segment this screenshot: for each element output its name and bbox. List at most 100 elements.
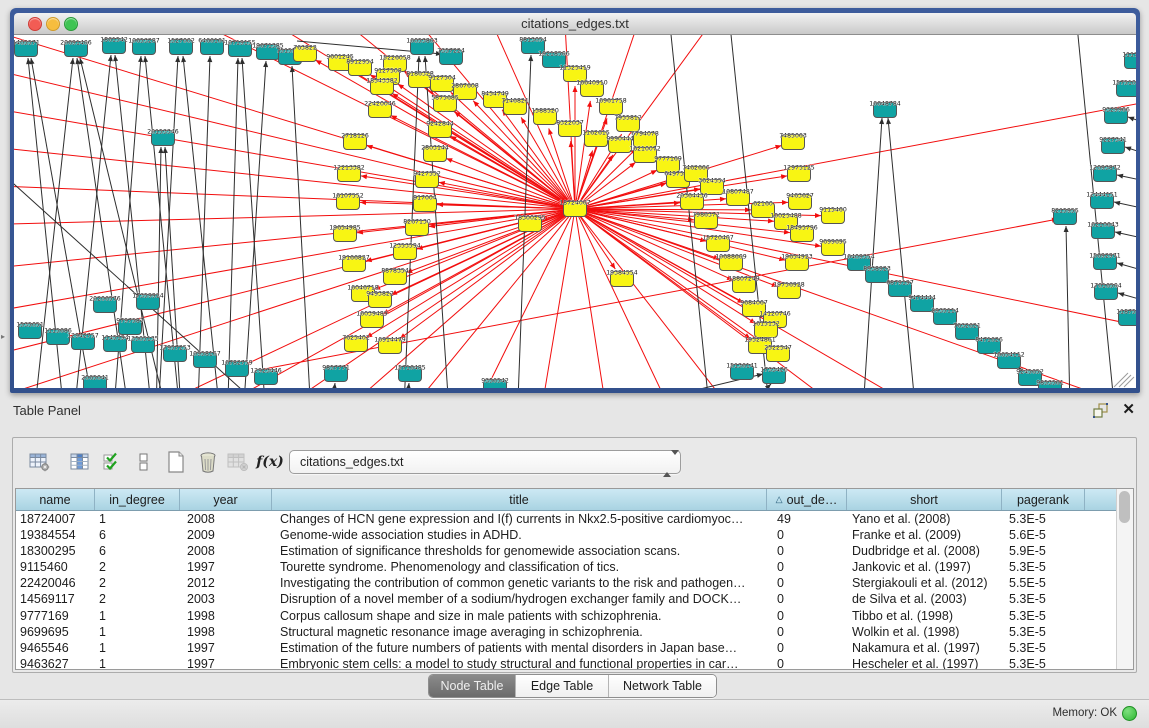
graph-node[interactable]: 1733426 bbox=[760, 367, 788, 384]
table-row[interactable]: 1456911722003Disruption of a novel membe… bbox=[16, 591, 1116, 607]
citation-graph[interactable]: 1405571206914061861542106532871527002646… bbox=[14, 35, 1136, 388]
column-header-pagerank[interactable]: pagerank bbox=[1002, 489, 1085, 510]
graph-node[interactable]: 9699695 bbox=[819, 239, 847, 256]
graph-node[interactable]: 2065041 bbox=[81, 375, 109, 389]
graph-node[interactable]: 16039489 bbox=[356, 311, 388, 328]
graph-node[interactable]: 15751074 bbox=[1112, 80, 1136, 97]
graph-node[interactable]: 7625402 bbox=[342, 335, 370, 352]
graph-node[interactable]: 20691406 bbox=[60, 40, 92, 57]
graph-node[interactable]: 20364436 bbox=[676, 193, 708, 210]
graph-node[interactable]: 16961758 bbox=[595, 98, 627, 115]
table-row[interactable]: 911546021997Tourette syndrome. Phenomeno… bbox=[16, 559, 1116, 575]
graph-node[interactable]: 17957253 bbox=[159, 345, 191, 362]
graph-node[interactable]: 9493822 bbox=[366, 291, 394, 308]
graph-node[interactable]: 1405571 bbox=[14, 40, 40, 57]
show-columns-icon[interactable] bbox=[67, 449, 93, 475]
new-table-icon[interactable] bbox=[163, 449, 189, 475]
column-header-short[interactable]: short bbox=[847, 489, 1002, 510]
graph-node[interactable]: 1615132 bbox=[752, 321, 780, 338]
graph-node[interactable]: 9427552 bbox=[413, 171, 441, 188]
graph-node[interactable]: 16107552 bbox=[332, 193, 364, 210]
graph-node[interactable]: 18495796 bbox=[786, 225, 818, 242]
graph-node[interactable]: 8267130 bbox=[403, 219, 431, 236]
panel-collapse-arrow[interactable]: ▸ bbox=[1, 332, 5, 341]
table-row[interactable]: 946554611997Estimation of the future num… bbox=[16, 640, 1116, 656]
column-header-year[interactable]: year bbox=[180, 489, 272, 510]
table-row[interactable]: 2242004622012Investigating the contribut… bbox=[16, 575, 1116, 591]
graph-node[interactable]: 8878354 bbox=[381, 268, 409, 285]
graph-node[interactable]: 16640910 bbox=[576, 80, 608, 97]
resize-grip[interactable] bbox=[1114, 373, 1134, 387]
graph-node[interactable]: 12093872 bbox=[1089, 165, 1121, 182]
graph-node[interactable]: 7955812 bbox=[614, 115, 642, 132]
graph-node[interactable]: 8322037 bbox=[556, 120, 584, 137]
graph-node[interactable]: 18724007 bbox=[559, 200, 591, 217]
graph-node[interactable]: 9329966 bbox=[1102, 107, 1130, 124]
column-header-name[interactable]: name bbox=[16, 489, 95, 510]
graph-node[interactable]: 763822 bbox=[293, 45, 317, 62]
column-header-out_de[interactable]: △out_de… bbox=[767, 489, 847, 510]
graph-node[interactable]: 20153346 bbox=[147, 129, 179, 146]
graph-node[interactable]: 9857771 bbox=[322, 365, 350, 382]
graph-node[interactable]: 22420046 bbox=[364, 101, 396, 118]
graph-node[interactable]: 15716485 bbox=[394, 365, 426, 382]
graph-node[interactable]: 18807249 bbox=[728, 276, 760, 293]
table-row[interactable]: 1938455462009Genome-wide association stu… bbox=[16, 527, 1116, 543]
graph-node[interactable]: 8215955 bbox=[1051, 208, 1079, 225]
graph-node[interactable]: 10958167 bbox=[189, 351, 221, 368]
close-panel-icon[interactable]: ✕ bbox=[1122, 400, 1135, 418]
graph-node[interactable]: 16648784 bbox=[869, 101, 901, 118]
graph-node[interactable]: 9356542 bbox=[481, 378, 509, 389]
graph-node[interactable]: 13505135 bbox=[127, 336, 159, 353]
graph-node[interactable]: 19756928 bbox=[773, 282, 805, 299]
graph-node[interactable]: 10719155 bbox=[224, 40, 256, 57]
graph-node[interactable]: 10688609 bbox=[715, 254, 747, 271]
graph-node[interactable]: 19654923 bbox=[781, 254, 813, 271]
graph-node[interactable]: 7146821 bbox=[501, 98, 529, 115]
graph-node[interactable]: 1187534 bbox=[1116, 309, 1136, 326]
tab-network-table[interactable]: Network Table bbox=[609, 675, 716, 697]
tab-node-table[interactable]: Node Table bbox=[429, 675, 516, 697]
graph-node[interactable]: 7986372 bbox=[692, 212, 720, 229]
graph-node[interactable]: 17016504 bbox=[1090, 283, 1122, 300]
column-header-title[interactable]: title bbox=[272, 489, 767, 510]
delete-table-icon[interactable] bbox=[225, 449, 251, 475]
network-window-titlebar[interactable]: citations_edges.txt bbox=[14, 13, 1136, 35]
graph-node[interactable]: 7357224 bbox=[437, 48, 465, 65]
graph-node[interactable]: 18543382 bbox=[366, 78, 398, 95]
graph-node[interactable]: 12923446 bbox=[250, 368, 282, 385]
tab-edge-table[interactable]: Edge Table bbox=[516, 675, 609, 697]
graph-node[interactable]: 9115460 bbox=[819, 207, 847, 224]
graph-node[interactable]: 19384554 bbox=[606, 270, 638, 287]
table-selector-dropdown[interactable]: citations_edges.txt bbox=[289, 450, 681, 474]
table-vertical-scrollbar[interactable] bbox=[1116, 489, 1133, 669]
graph-node[interactable]: 19654985 bbox=[329, 225, 361, 242]
graph-node[interactable]: 9242844 bbox=[426, 121, 454, 138]
row-height-icon[interactable] bbox=[131, 449, 157, 475]
scrollbar-thumb[interactable] bbox=[1119, 491, 1130, 523]
graph-node[interactable]: 16782759 bbox=[221, 360, 253, 377]
graph-node[interactable]: 9227341 bbox=[1099, 137, 1127, 154]
graph-node[interactable]: 9797587 bbox=[116, 318, 144, 335]
graph-node[interactable]: 15720407 bbox=[702, 235, 734, 252]
graph-node[interactable]: 16210643 bbox=[1087, 222, 1119, 239]
graph-node[interactable]: 15136141 bbox=[726, 363, 758, 380]
memory-ok-indicator[interactable] bbox=[1122, 706, 1137, 721]
graph-node[interactable]: 2718126 bbox=[341, 133, 369, 150]
graph-node[interactable]: 12975125 bbox=[783, 165, 815, 182]
graph-node[interactable]: 6466161 bbox=[198, 38, 226, 55]
graph-node[interactable]: 2522547 bbox=[764, 345, 792, 362]
graph-node[interactable]: 8912954 bbox=[346, 59, 374, 76]
graph-node[interactable]: 12444151 bbox=[1086, 192, 1118, 209]
delete-rows-icon[interactable] bbox=[195, 449, 221, 475]
table-row[interactable]: 1830029562008Estimation of significance … bbox=[16, 543, 1116, 559]
column-header-in_degree[interactable]: in_degree bbox=[95, 489, 180, 510]
graph-node[interactable]: 1117533 bbox=[1122, 52, 1136, 69]
table-row[interactable]: 977716911998Corpus callosum shape and si… bbox=[16, 608, 1116, 624]
table-row[interactable]: 946362711997Embryonic stem cells: a mode… bbox=[16, 656, 1116, 669]
graph-node[interactable]: 1527002 bbox=[167, 38, 195, 55]
graph-node[interactable]: 10807487 bbox=[722, 189, 754, 206]
network-canvas[interactable]: 1405571206914061861542106532871527002646… bbox=[14, 35, 1136, 388]
graph-node[interactable]: 2803144 bbox=[421, 145, 449, 162]
graph-node[interactable]: 20206576 bbox=[89, 296, 121, 313]
